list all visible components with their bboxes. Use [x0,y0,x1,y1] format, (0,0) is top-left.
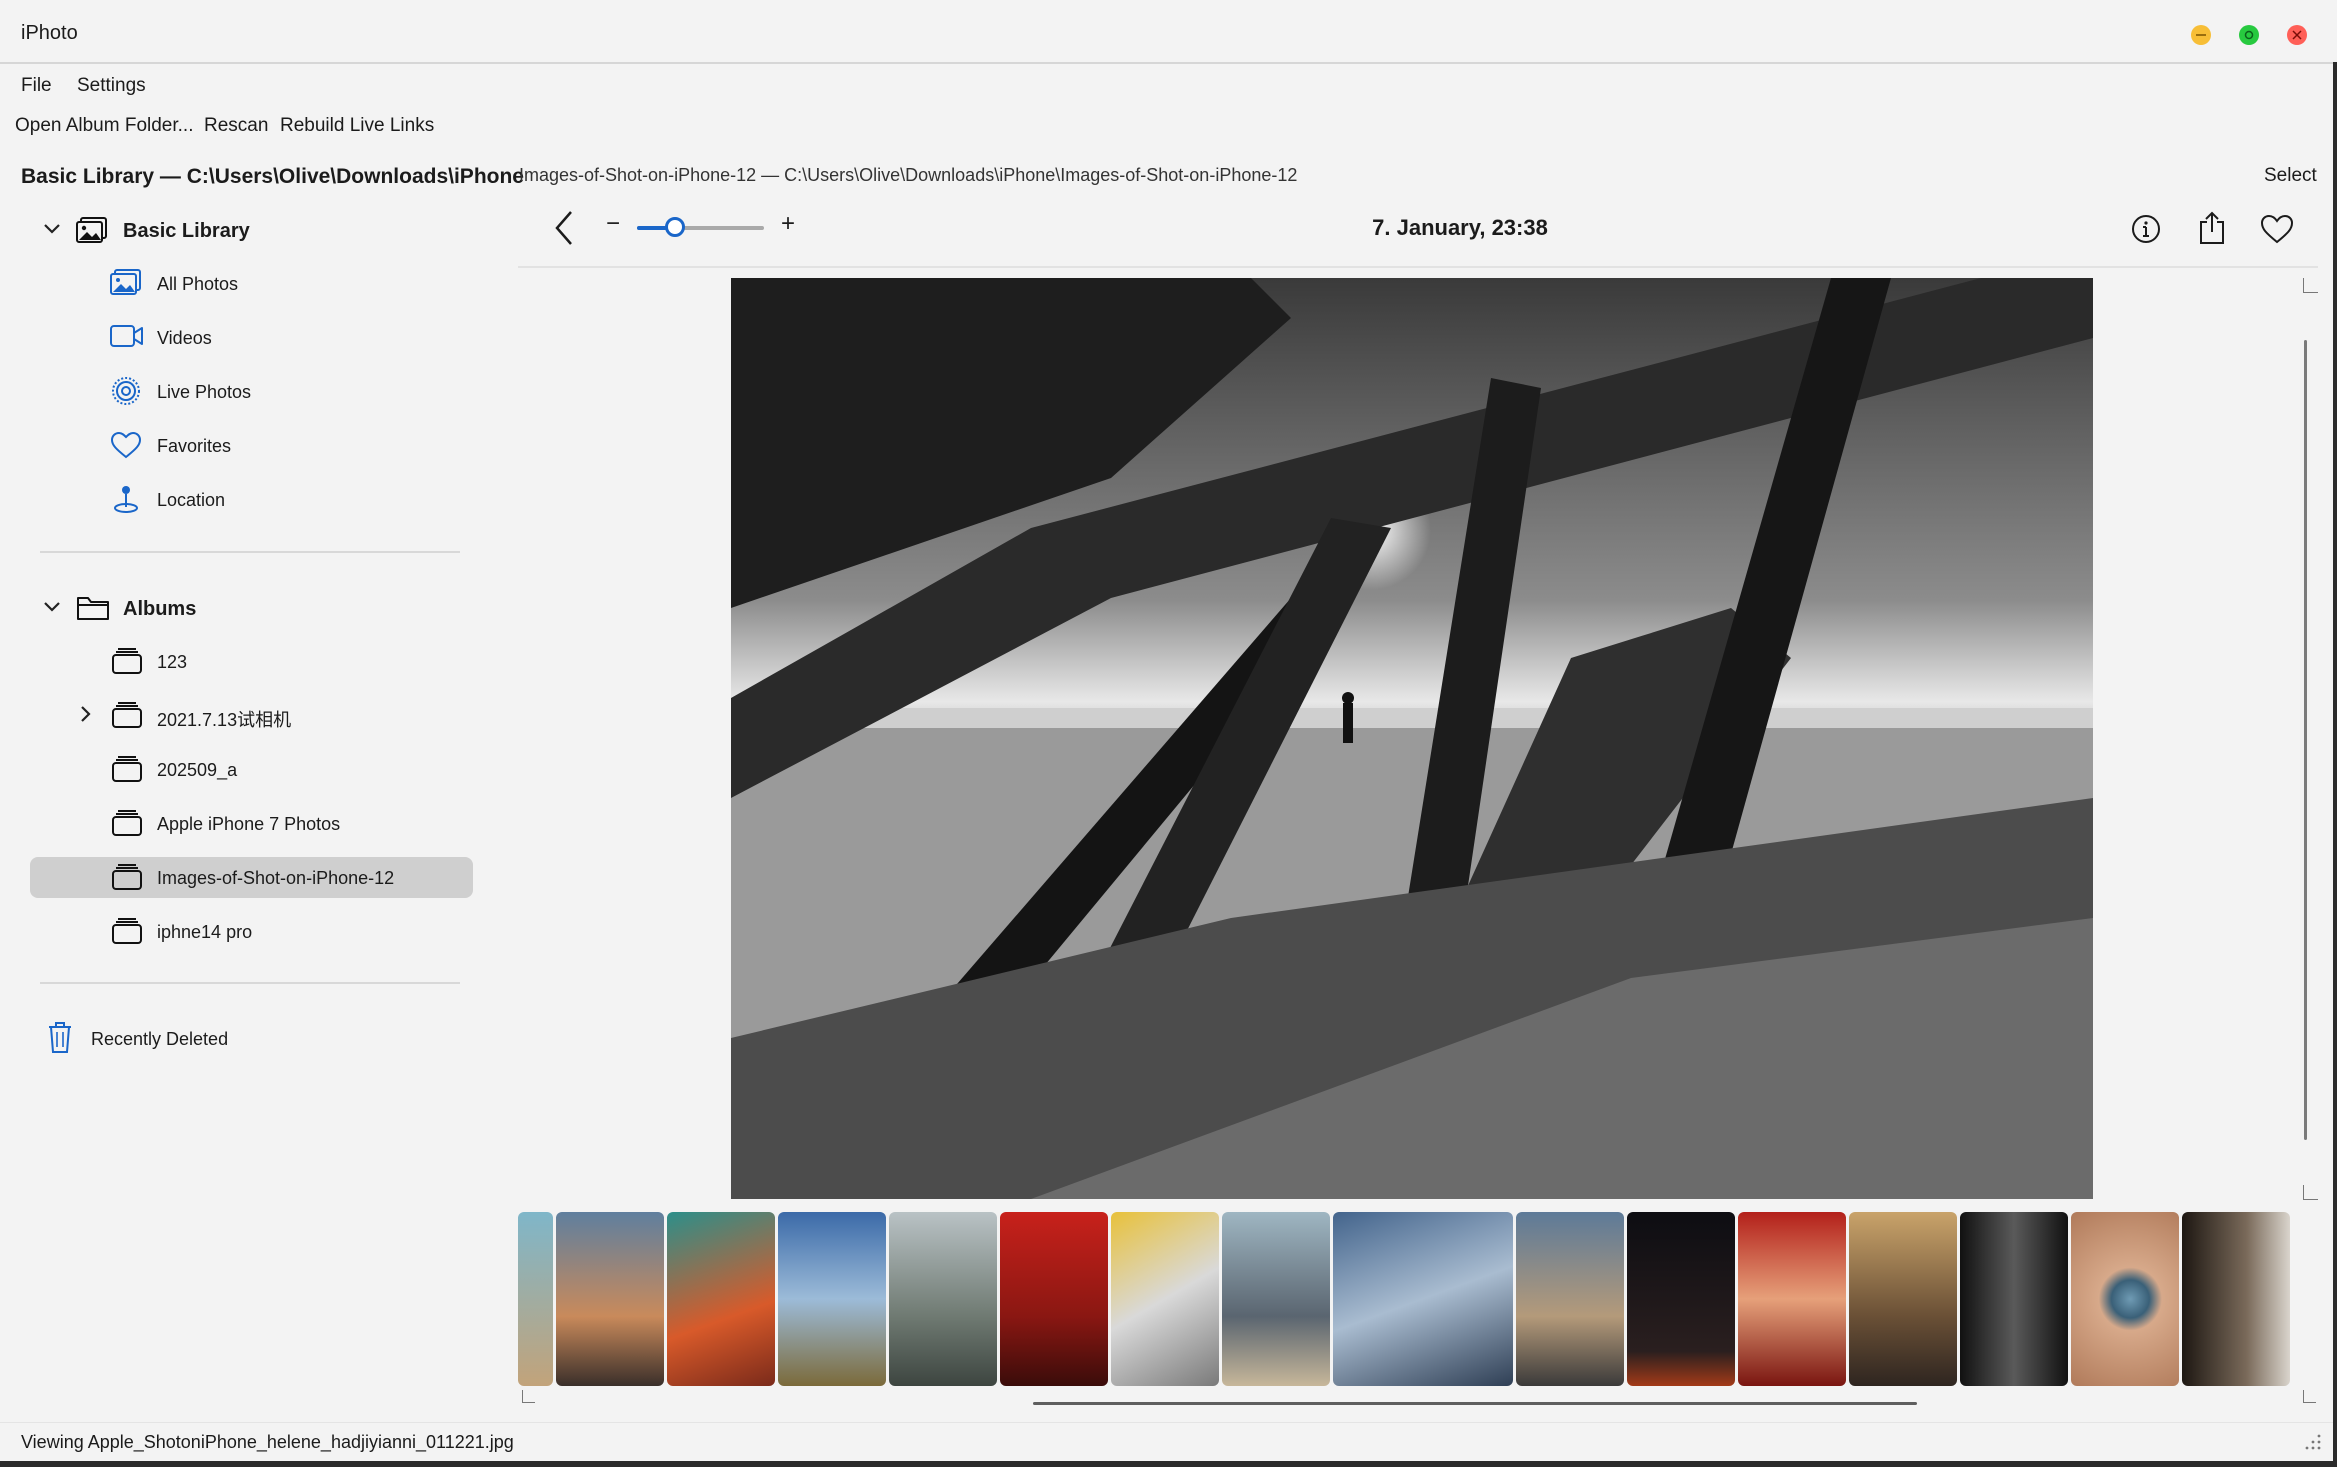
album-label: 202509_a [157,760,238,780]
video-icon [110,324,144,353]
breadcrumb: Images-of-Shot-on-iPhone-12 — C:\Users\O… [519,165,1298,185]
sidebar-item-label: Location [157,490,226,510]
album-label: 2021.7.13试相机 [157,710,292,730]
thumbnail[interactable] [1000,1212,1108,1386]
thumbnail[interactable] [1111,1212,1219,1386]
scroll-down-arrow[interactable] [2303,1185,2318,1200]
sidebar-item-label: Live Photos [157,382,252,402]
thumbnail[interactable] [1738,1212,1846,1386]
zoom-in-button[interactable]: + [781,210,795,238]
thumbnail[interactable] [556,1212,664,1386]
chevron-right-icon[interactable] [76,704,96,724]
thumbnail[interactable] [1627,1212,1735,1386]
scroll-right-arrow[interactable] [2303,1390,2316,1403]
maximize-button[interactable] [2238,24,2260,46]
album-icon [112,755,142,788]
menu-settings[interactable]: Settings [77,75,146,97]
thumbnail-current[interactable] [1333,1212,1513,1386]
sidebar-item-label: All Photos [157,274,239,294]
album-icon [112,863,142,896]
trash-icon [46,1021,74,1060]
status-text: Viewing Apple_ShotoniPhone_helene_hadjiy… [21,1432,514,1452]
share-icon[interactable] [2198,210,2226,251]
thumbnail[interactable] [1849,1212,1957,1386]
zoom-slider-thumb[interactable] [665,217,686,237]
vertical-scrollbar-thumb[interactable] [2304,340,2307,1140]
album-icon [112,701,142,734]
main-photo[interactable] [731,278,2093,1199]
sidebar-divider [40,551,460,553]
basic-library-group[interactable]: Basic Library [123,220,250,243]
thumbnail[interactable] [1960,1212,2068,1386]
photo-date: 7. January, 23:38 [1372,215,1548,240]
thumbnail-strip [518,1212,2298,1386]
album-label: Images-of-Shot-on-iPhone-12 [157,868,395,888]
folder-icon [76,594,110,627]
thumbnail[interactable] [889,1212,997,1386]
scroll-up-arrow[interactable] [2303,278,2318,293]
heart-icon [110,431,142,464]
thumbnail[interactable] [2071,1212,2179,1386]
location-pin-icon [112,483,140,520]
library-path-title: Basic Library — C:\Users\Olive\Downloads… [21,165,524,188]
sidebar-divider [40,982,460,984]
app-title: iPhoto [21,22,78,44]
info-icon[interactable] [2130,213,2162,250]
title-bar [0,0,2337,64]
album-icon [112,809,142,842]
menu-file[interactable]: File [21,75,52,97]
thumbnail[interactable] [667,1212,775,1386]
status-divider [0,1422,2337,1423]
rescan-button[interactable]: Rescan [204,115,268,137]
album-label: Apple iPhone 7 Photos [157,814,341,834]
rebuild-live-links-button[interactable]: Rebuild Live Links [280,115,434,137]
photos-icon [110,268,142,301]
album-icon [112,647,142,680]
zoom-out-button[interactable]: − [606,210,620,238]
album-label: 123 [157,652,188,672]
albums-group[interactable]: Albums [123,598,196,621]
chevron-down-icon[interactable] [42,219,62,239]
album-icon [112,917,142,950]
thumbnail[interactable] [518,1212,553,1386]
minimize-button[interactable] [2190,24,2212,46]
open-album-folder-button[interactable]: Open Album Folder... [15,115,194,137]
album-label: iphne14 pro [157,922,253,942]
sidebar-item-label: Recently Deleted [91,1029,229,1049]
select-button[interactable]: Select [2264,165,2317,187]
horizontal-scrollbar-thumb[interactable] [1033,1402,1917,1405]
thumbnail[interactable] [778,1212,886,1386]
back-arrow-icon[interactable] [550,208,578,253]
scroll-left-arrow[interactable] [522,1390,535,1403]
thumbnail[interactable] [1222,1212,1330,1386]
window-border [0,1461,2337,1467]
live-photo-icon [111,376,141,411]
favorite-heart-icon[interactable] [2260,214,2294,249]
close-button[interactable] [2286,24,2308,46]
chevron-down-icon[interactable] [42,597,62,617]
sidebar-item-label: Favorites [157,436,232,456]
toolbar-divider [518,266,2318,268]
window-border [2333,62,2337,1467]
thumbnail[interactable] [1516,1212,1624,1386]
sidebar-item-label: Videos [157,328,212,348]
thumbnail[interactable] [2182,1212,2290,1386]
resize-grip-icon[interactable] [2303,1432,2323,1457]
library-icon [76,216,108,249]
